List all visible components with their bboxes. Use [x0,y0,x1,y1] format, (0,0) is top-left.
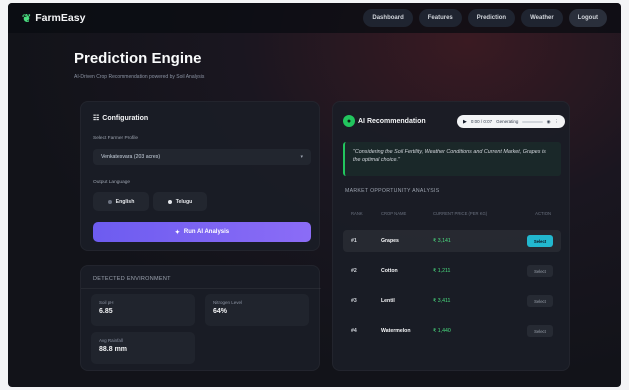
app-window: ❦ FarmEasy Dashboard Features Prediction… [8,3,621,387]
farmer-profile-value: Venkatesvara (203 acres) [101,154,161,160]
stat-value: 6.85 [99,308,113,315]
nav-prediction[interactable]: Prediction [467,9,516,27]
ai-recommendation-card: ● AI Recommendation ▶ 0:00 / 0:07 Genera… [332,101,570,371]
row-crop: Lentil [381,298,395,304]
chevron-down-icon: ▾ [300,154,303,160]
ai-recommendation-title: AI Recommendation [358,117,426,125]
play-icon[interactable]: ▶ [463,119,467,125]
top-navigation: ❦ FarmEasy Dashboard Features Prediction… [8,3,621,33]
stat-key: Nitrogen Level [213,300,243,305]
brand-name: FarmEasy [35,12,86,24]
row-rank: #3 [351,298,357,304]
row-price: ₹ 3,411 [433,298,451,304]
table-row: #4 Watermelon ₹ 1,440 Select [343,320,561,342]
output-language-label: Output Language [93,180,131,185]
table-row: #3 Lentil ₹ 3,411 Select [343,290,561,312]
stat-key: Soil pH [99,300,114,305]
farmer-profile-label: Select Farmer Profile [93,136,139,141]
divider [81,288,321,289]
volume-icon[interactable]: ◉ [547,119,551,125]
stat-value: 64% [213,308,228,315]
language-english-label: English [115,198,135,205]
table-row: #2 Cotton ₹ 1,211 Select [343,260,561,282]
page-subtitle: AI-Driven Crop Recommendation powered by… [74,74,205,80]
select-button[interactable]: Select [527,325,553,337]
column-price: CURRENT PRICE (PER KG) [433,211,488,216]
language-english-option[interactable]: English [93,192,149,211]
nav-weather[interactable]: Weather [521,9,563,27]
radio-selected-icon [167,199,172,204]
row-crop: Cotton [381,268,398,274]
environment-title: DETECTED ENVIRONMENT [93,276,171,282]
brand[interactable]: ❦ FarmEasy [22,12,85,25]
nav-links: Dashboard Features Prediction Weather Lo… [363,9,607,27]
column-rank: RANK [351,211,363,216]
row-rank: #2 [351,268,357,274]
row-rank: #1 [351,238,357,244]
row-crop: Watermelon [381,328,411,334]
farmer-profile-select[interactable]: Venkatesvara (203 acres) ▾ [93,149,311,165]
column-crop: CROP NAME [381,211,407,216]
language-telugu-label: Telugu [175,198,193,205]
nav-features[interactable]: Features [418,9,462,27]
page-title: Prediction Engine [74,50,202,67]
audio-player[interactable]: ▶ 0:00 / 0:07 Generating ◉ ⋮ [457,115,565,128]
audio-time: 0:00 / 0:07 [470,119,493,124]
table-row: #1 Grapes ₹ 3,141 Select [343,230,561,252]
audio-progress[interactable] [522,120,543,123]
detected-environment-card: DETECTED ENVIRONMENT Soil pH 6.85 Nitrog… [80,265,321,371]
row-price: ₹ 1,211 [433,268,451,274]
select-button[interactable]: Select [527,295,553,307]
column-action: ACTION [535,211,551,216]
row-price: ₹ 1,440 [433,328,451,334]
sparkle-icon: ✦ [174,229,180,236]
run-ai-analysis-button[interactable]: ✦ Run AI Analysis [93,222,311,242]
ai-recommendation-header: ● AI Recommendation [343,115,426,127]
robot-icon: ● [343,115,355,127]
leaf-icon: ❦ [22,12,32,25]
row-price: ₹ 3,141 [433,238,451,244]
configuration-card: ☷ Configuration Select Farmer Profile Ve… [80,101,320,251]
market-analysis-title: MARKET OPPORTUNITY ANALYSIS [345,188,440,194]
run-ai-analysis-label: Run AI Analysis [183,229,230,235]
row-crop: Grapes [381,238,399,244]
select-button[interactable]: Select [527,235,553,247]
select-button[interactable]: Select [527,265,553,277]
recommendation-quote: "Considering the Soil Fertility, Weather… [343,142,561,176]
stat-nitrogen: Nitrogen Level 64% [205,294,309,326]
audio-status: Generating [496,119,519,124]
logout-button[interactable]: Logout [568,9,607,27]
more-icon[interactable]: ⋮ [555,119,560,125]
nav-dashboard[interactable]: Dashboard [363,9,413,27]
sliders-icon: ☷ [93,115,100,122]
language-telugu-option[interactable]: Telugu [153,192,207,211]
stat-soil-ph: Soil pH 6.85 [91,294,195,326]
stat-key: Avg Rainfall [99,338,123,343]
radio-icon [107,199,112,204]
configuration-title: Configuration [102,114,149,122]
stat-value: 88.8 mm [99,346,128,353]
configuration-header: ☷ Configuration [93,114,149,123]
row-rank: #4 [351,328,357,334]
stat-rainfall: Avg Rainfall 88.8 mm [91,332,195,364]
